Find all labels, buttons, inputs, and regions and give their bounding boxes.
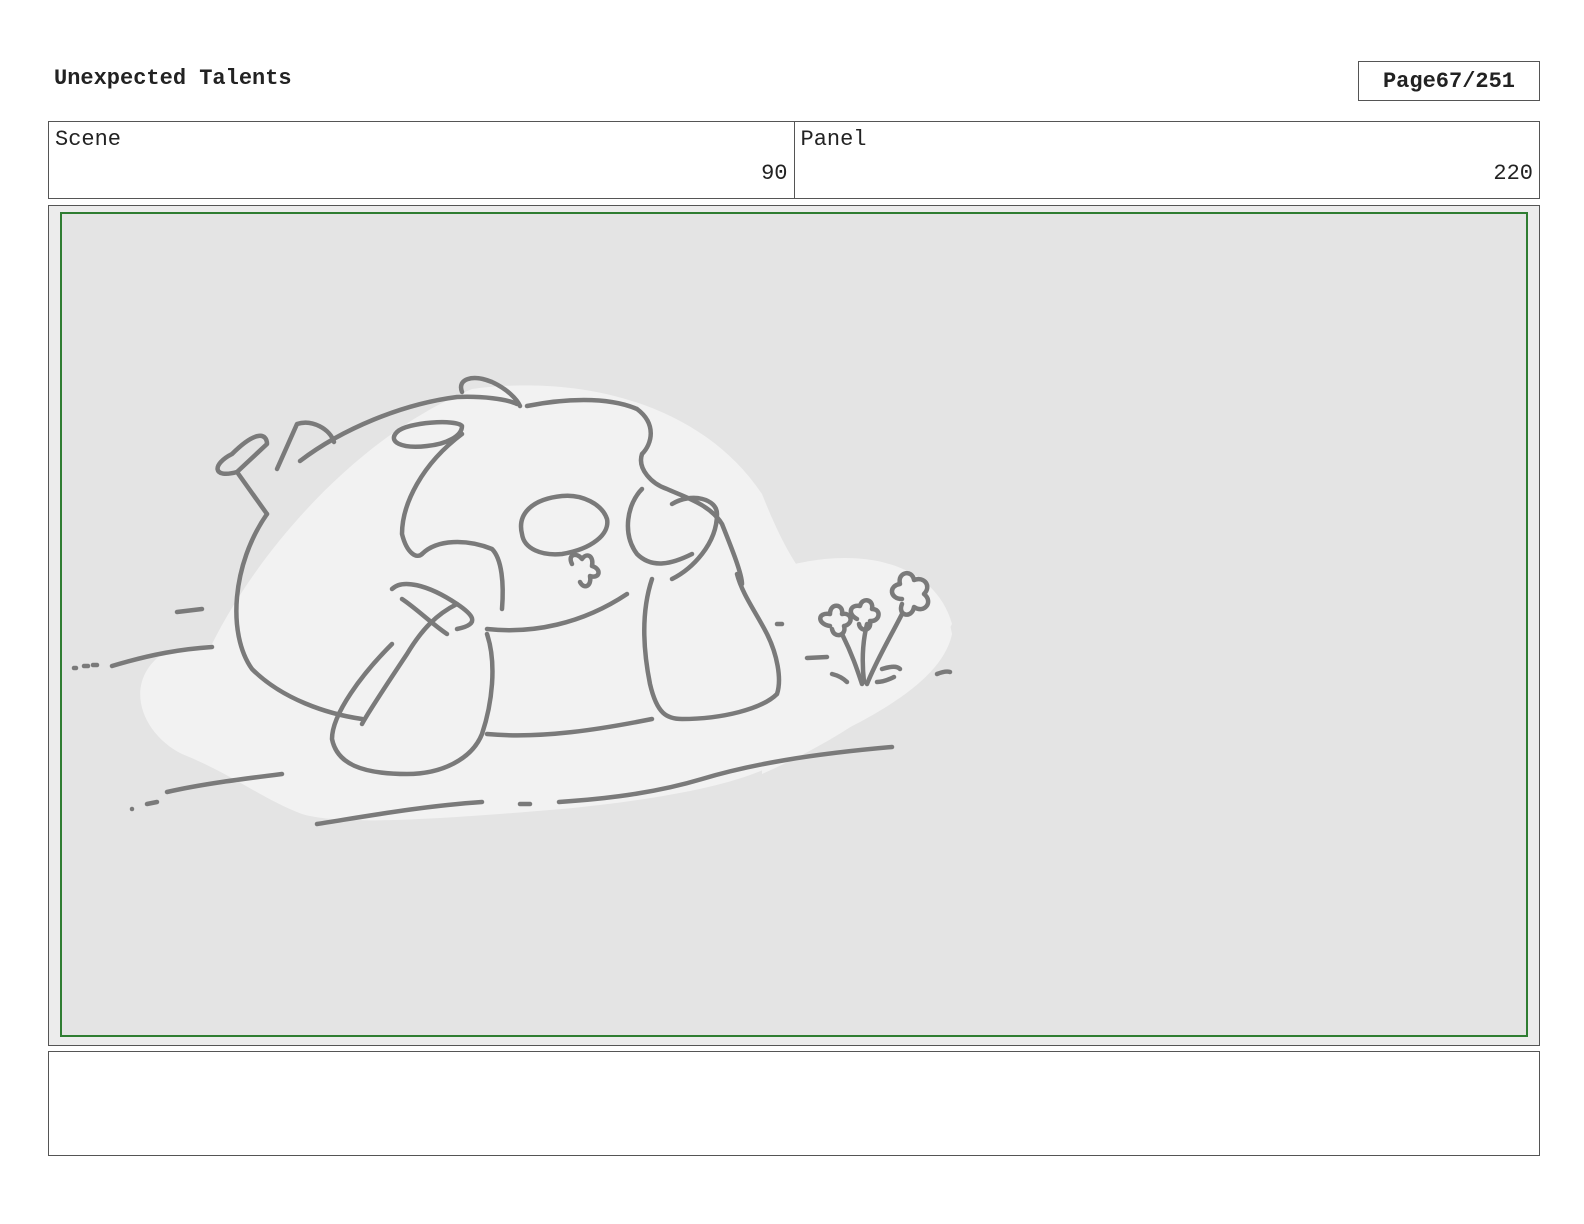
page-label: Page [1382,68,1436,94]
notes-box [48,1051,1540,1156]
sketch-drawing [71,375,953,827]
panel-cell: Panel 220 [793,122,1540,198]
scene-cell: Scene 90 [49,122,794,198]
page-indicator: Page 67/251 [1358,61,1540,101]
panel-frame [48,205,1540,1046]
storyboard-title: Unexpected Talents [54,66,292,91]
scene-label: Scene [55,127,122,152]
notes-text [49,1052,1539,1068]
scene-value: 90 [761,161,788,186]
panel-value: 220 [1493,161,1533,186]
panel-label: Panel [800,127,867,152]
page-number: 67/251 [1435,68,1516,94]
scene-panel-row: Scene 90 Panel 220 [48,121,1540,199]
panel-drawing-area [60,212,1528,1037]
